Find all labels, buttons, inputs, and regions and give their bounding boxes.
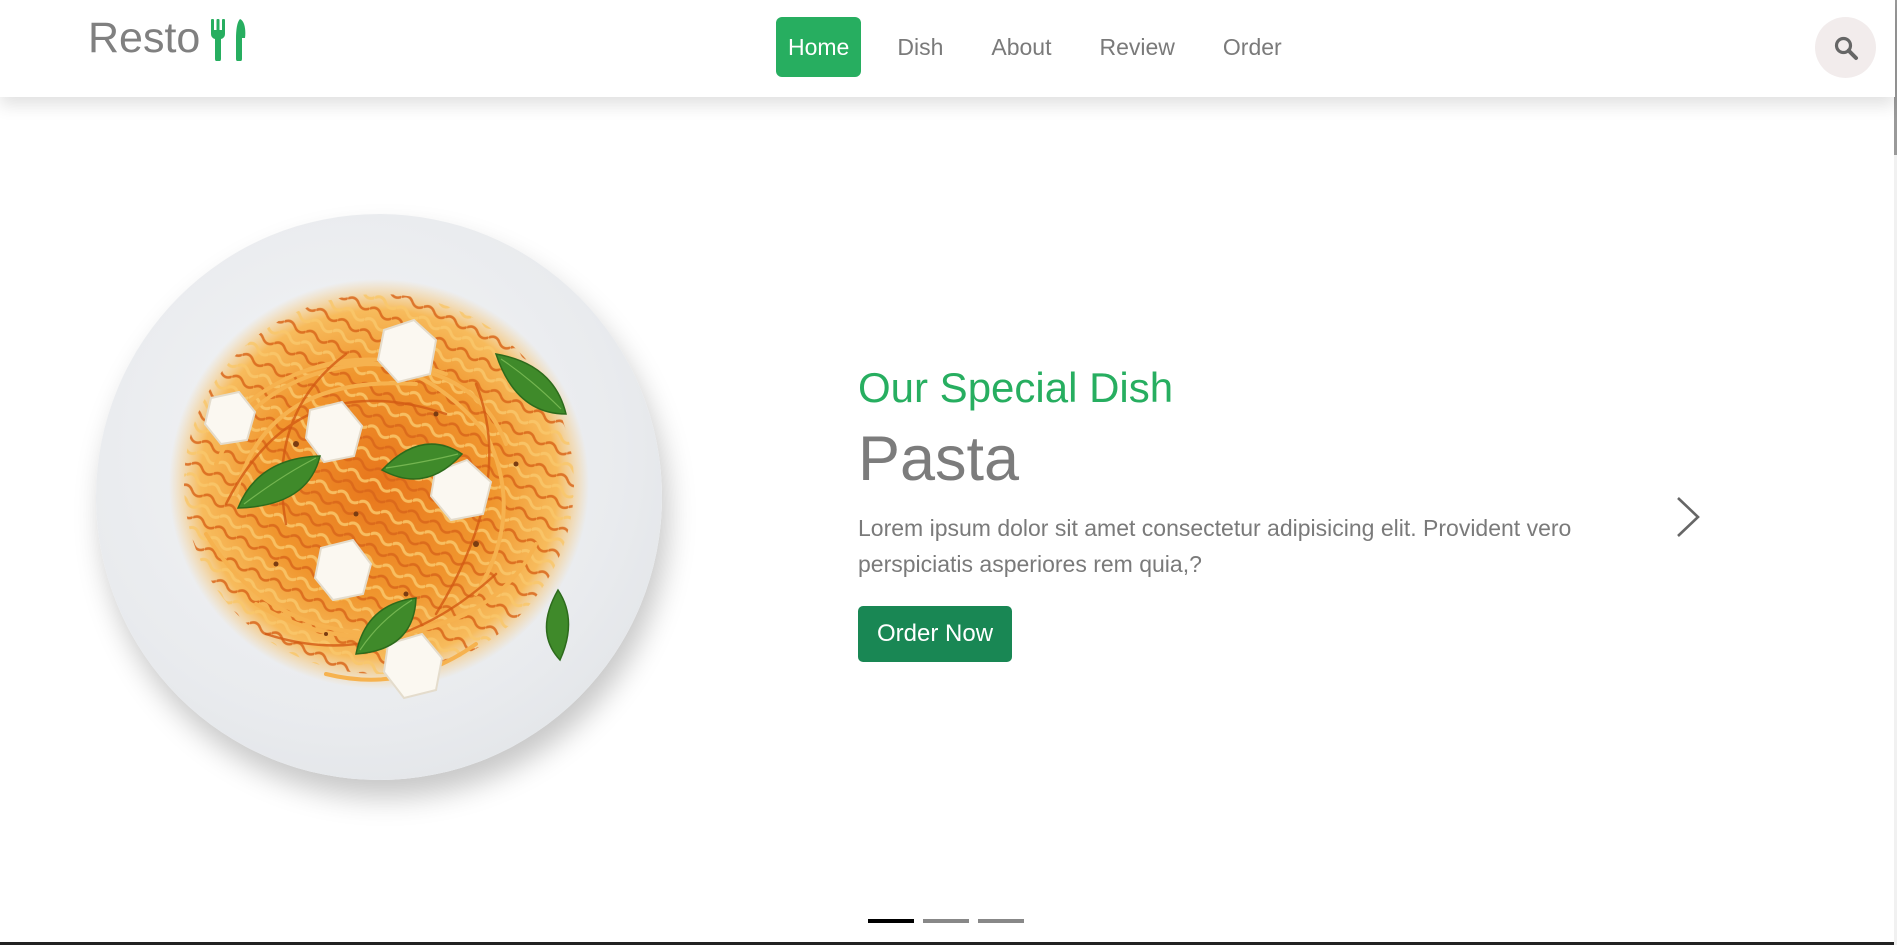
carousel-indicator[interactable] — [923, 919, 969, 923]
header: Resto Home Dish About Review Order — [0, 0, 1895, 97]
utensils-icon — [211, 18, 246, 61]
dish-image — [96, 214, 662, 780]
carousel-indicators — [868, 919, 1024, 923]
search-button[interactable] — [1815, 17, 1876, 78]
carousel-indicator[interactable] — [868, 919, 914, 923]
nav-review[interactable]: Review — [1087, 17, 1186, 77]
hero-description: Lorem ipsum dolor sit amet consectetur a… — [858, 515, 1572, 577]
logo[interactable]: Resto — [88, 14, 246, 63]
order-now-button[interactable]: Order Now — [858, 606, 1013, 662]
carousel-indicator[interactable] — [978, 919, 1024, 923]
pasta-illustration — [169, 279, 589, 700]
hero-subtitle: Our Special Dish — [858, 364, 1174, 411]
hero-content: Our Special Dish Pasta Lorem ipsum dolor… — [858, 360, 1618, 662]
main-nav: Home Dish About Review Order — [776, 17, 1318, 77]
search-icon — [1834, 36, 1858, 60]
chevron-right-icon[interactable] — [1672, 494, 1702, 540]
page: Resto Home Dish About Review Order Our S… — [0, 0, 1897, 945]
nav-home[interactable]: Home — [776, 17, 862, 77]
nav-order[interactable]: Order — [1211, 17, 1294, 77]
logo-text: Resto — [88, 14, 201, 62]
hero-title: Pasta — [858, 424, 1020, 494]
nav-dish[interactable]: Dish — [885, 17, 955, 77]
nav-about[interactable]: About — [979, 17, 1063, 77]
